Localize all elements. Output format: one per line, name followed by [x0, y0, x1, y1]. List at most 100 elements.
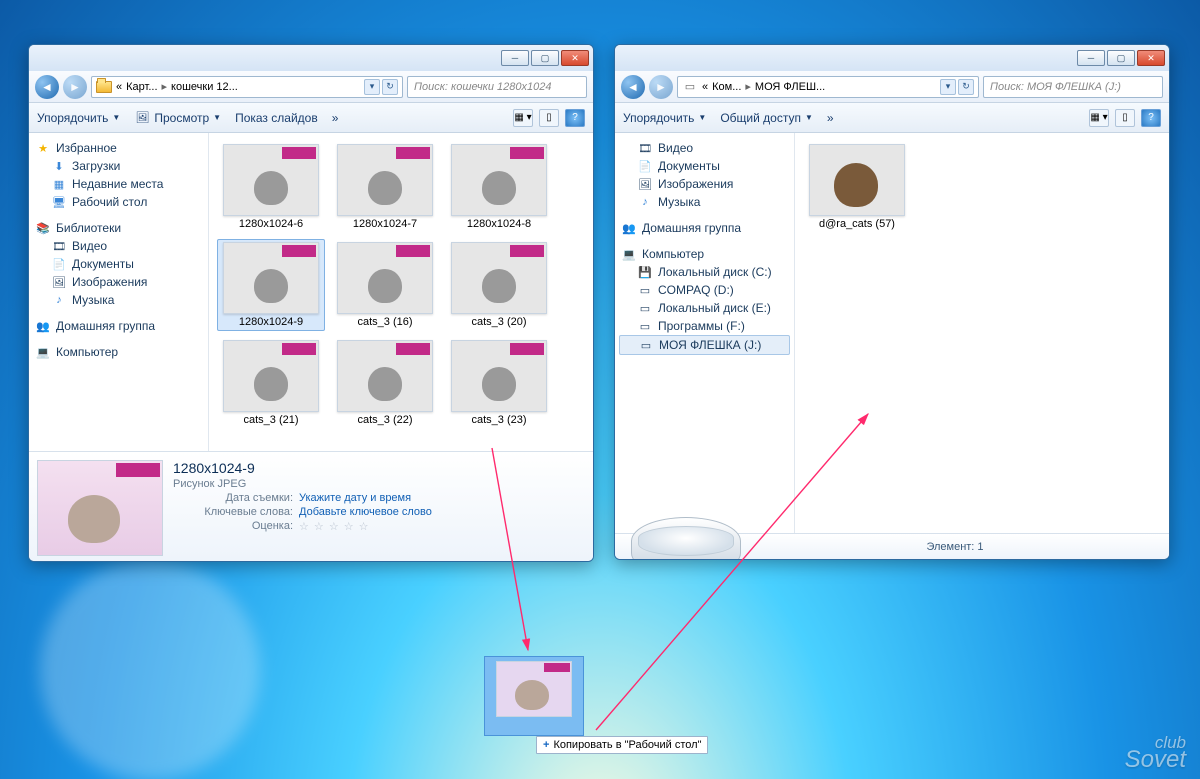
slideshow-button[interactable]: Показ слайдов — [235, 111, 318, 125]
picture-icon: 🖼 — [51, 275, 67, 289]
file-thumb[interactable]: cats_3 (16) — [331, 239, 439, 331]
nav-drive-d[interactable]: ▭COMPAQ (D:) — [615, 281, 794, 299]
nav-drive-f[interactable]: ▭Программы (F:) — [615, 317, 794, 335]
label: Просмотр — [154, 111, 209, 125]
nav-documents[interactable]: 📄Документы — [29, 255, 208, 273]
crumb[interactable]: МОЯ ФЛЕШ... — [755, 81, 825, 93]
file-thumb[interactable]: cats_3 (23) — [445, 337, 553, 429]
help-button[interactable]: ? — [565, 109, 585, 127]
crumb[interactable]: Ком... — [712, 81, 741, 93]
plus-icon: + — [543, 739, 549, 751]
toolbar-overflow[interactable]: » — [827, 111, 834, 125]
libraries-group[interactable]: 📚 Библиотеки — [29, 219, 208, 237]
nav-drive-j[interactable]: ▭МОЯ ФЛЕШКА (J:) — [619, 335, 790, 355]
file-thumb[interactable]: 1280x1024-6 — [217, 141, 325, 233]
organize-menu[interactable]: Упорядочить▼ — [37, 111, 120, 125]
thumb-image — [337, 340, 433, 412]
forward-button[interactable]: ► — [649, 75, 673, 99]
address-bar[interactable]: « Карт... ▸ кошечки 12... ▾ ↻ — [91, 76, 403, 98]
titlebar[interactable]: ─ ▢ ✕ — [29, 45, 593, 71]
forward-button[interactable]: ► — [63, 75, 87, 99]
homegroup-item[interactable]: 👥Домашняя группа — [29, 317, 208, 335]
nav-desktop[interactable]: 🖥Рабочий стол — [29, 193, 208, 211]
nav-pictures[interactable]: 🖼Изображения — [615, 175, 794, 193]
thumb-caption: cats_3 (21) — [243, 414, 298, 426]
navigation-pane[interactable]: 🎞Видео 📄Документы 🖼Изображения ♪Музыка 👥… — [615, 133, 795, 533]
file-thumb[interactable]: 1280x1024-8 — [445, 141, 553, 233]
drive-icon: 💾 — [637, 265, 653, 279]
desktop-icon: 🖥 — [51, 195, 67, 209]
close-button[interactable]: ✕ — [1137, 50, 1165, 66]
nav-row: ◄ ► « Карт... ▸ кошечки 12... ▾ ↻ Поиск:… — [29, 71, 593, 103]
view-menu[interactable]: ▦ ▾ — [513, 109, 533, 127]
navigation-pane[interactable]: ★Избранное ⬇Загрузки ▦Недавние места 🖥Ра… — [29, 133, 209, 451]
nav-recent[interactable]: ▦Недавние места — [29, 175, 208, 193]
close-button[interactable]: ✕ — [561, 50, 589, 66]
dropdown-icon[interactable]: ▾ — [364, 79, 380, 95]
music-icon: ♪ — [51, 293, 67, 307]
minimize-button[interactable]: ─ — [1077, 50, 1105, 66]
label: Домашняя группа — [642, 221, 741, 235]
crumb[interactable]: кошечки 12... — [171, 81, 238, 93]
share-menu[interactable]: Общий доступ▼ — [720, 111, 813, 125]
meta-value[interactable]: Укажите дату и время — [299, 492, 411, 504]
meta-value[interactable]: Добавьте ключевое слово — [299, 506, 432, 518]
library-icon: 📚 — [35, 221, 51, 235]
content-pane[interactable]: d@ra_cats (57) — [795, 133, 1169, 533]
nav-music[interactable]: ♪Музыка — [29, 291, 208, 309]
crumb[interactable]: « — [116, 81, 122, 93]
homegroup-item[interactable]: 👥Домашняя группа — [615, 219, 794, 237]
search-input[interactable]: Поиск: МОЯ ФЛЕШКА (J:) — [983, 76, 1163, 98]
nav-pictures[interactable]: 🖼Изображения — [29, 273, 208, 291]
computer-item[interactable]: 💻Компьютер — [29, 343, 208, 361]
document-icon: 📄 — [51, 257, 67, 271]
thumb-image — [451, 242, 547, 314]
label: Библиотеки — [56, 221, 121, 235]
file-thumb[interactable]: cats_3 (22) — [331, 337, 439, 429]
watermark-line2: Sovet — [1125, 750, 1186, 769]
crumb[interactable]: Карт... — [126, 81, 157, 93]
file-thumb[interactable]: 1280x1024-7 — [331, 141, 439, 233]
file-thumb[interactable]: cats_3 (21) — [217, 337, 325, 429]
file-thumb[interactable]: d@ra_cats (57) — [803, 141, 911, 233]
toolbar-overflow[interactable]: » — [332, 111, 339, 125]
help-button[interactable]: ? — [1141, 109, 1161, 127]
computer-group[interactable]: 💻Компьютер — [615, 245, 794, 263]
preview-menu[interactable]: 🖼Просмотр▼ — [134, 111, 221, 125]
crumb[interactable]: « — [702, 81, 708, 93]
refresh-button[interactable]: ↻ — [382, 79, 398, 95]
computer-icon: 💻 — [35, 345, 51, 359]
refresh-button[interactable]: ↻ — [958, 79, 974, 95]
preview-pane-toggle[interactable]: ▯ — [539, 109, 559, 127]
watermark: club Sovet — [1125, 736, 1186, 769]
body: ★Избранное ⬇Загрузки ▦Недавние места 🖥Ра… — [29, 133, 593, 451]
label: Видео — [72, 239, 107, 253]
nav-video[interactable]: 🎞Видео — [615, 139, 794, 157]
maximize-button[interactable]: ▢ — [1107, 50, 1135, 66]
file-thumb[interactable]: cats_3 (20) — [445, 239, 553, 331]
content-pane[interactable]: 1280x1024-61280x1024-71280x1024-8 1280x10… — [209, 133, 593, 451]
toolbar: Упорядочить▼ Общий доступ▼ » ▦ ▾ ▯ ? — [615, 103, 1169, 133]
address-bar[interactable]: ▭ « Ком... ▸ МОЯ ФЛЕШ... ▾ ↻ — [677, 76, 979, 98]
back-button[interactable]: ◄ — [35, 75, 59, 99]
search-input[interactable]: Поиск: кошечки 1280x1024 — [407, 76, 587, 98]
nav-drive-c[interactable]: 💾Локальный диск (C:) — [615, 263, 794, 281]
nav-documents[interactable]: 📄Документы — [615, 157, 794, 175]
dropdown-icon[interactable]: ▾ — [940, 79, 956, 95]
maximize-button[interactable]: ▢ — [531, 50, 559, 66]
organize-menu[interactable]: Упорядочить▼ — [623, 111, 706, 125]
nav-drive-e[interactable]: ▭Локальный диск (E:) — [615, 299, 794, 317]
back-button[interactable]: ◄ — [621, 75, 645, 99]
nav-video[interactable]: 🎞Видео — [29, 237, 208, 255]
file-thumb[interactable]: 1280x1024-9 — [217, 239, 325, 331]
minimize-button[interactable]: ─ — [501, 50, 529, 66]
preview-pane-toggle[interactable]: ▯ — [1115, 109, 1135, 127]
nav-music[interactable]: ♪Музыка — [615, 193, 794, 211]
view-menu[interactable]: ▦ ▾ — [1089, 109, 1109, 127]
rating-stars[interactable]: ☆ ☆ ☆ ☆ ☆ — [299, 520, 370, 533]
drive-icon: ▭ — [637, 283, 653, 297]
label: Видео — [658, 141, 693, 155]
titlebar[interactable]: ─ ▢ ✕ — [615, 45, 1169, 71]
nav-downloads[interactable]: ⬇Загрузки — [29, 157, 208, 175]
favorites-group[interactable]: ★Избранное — [29, 139, 208, 157]
